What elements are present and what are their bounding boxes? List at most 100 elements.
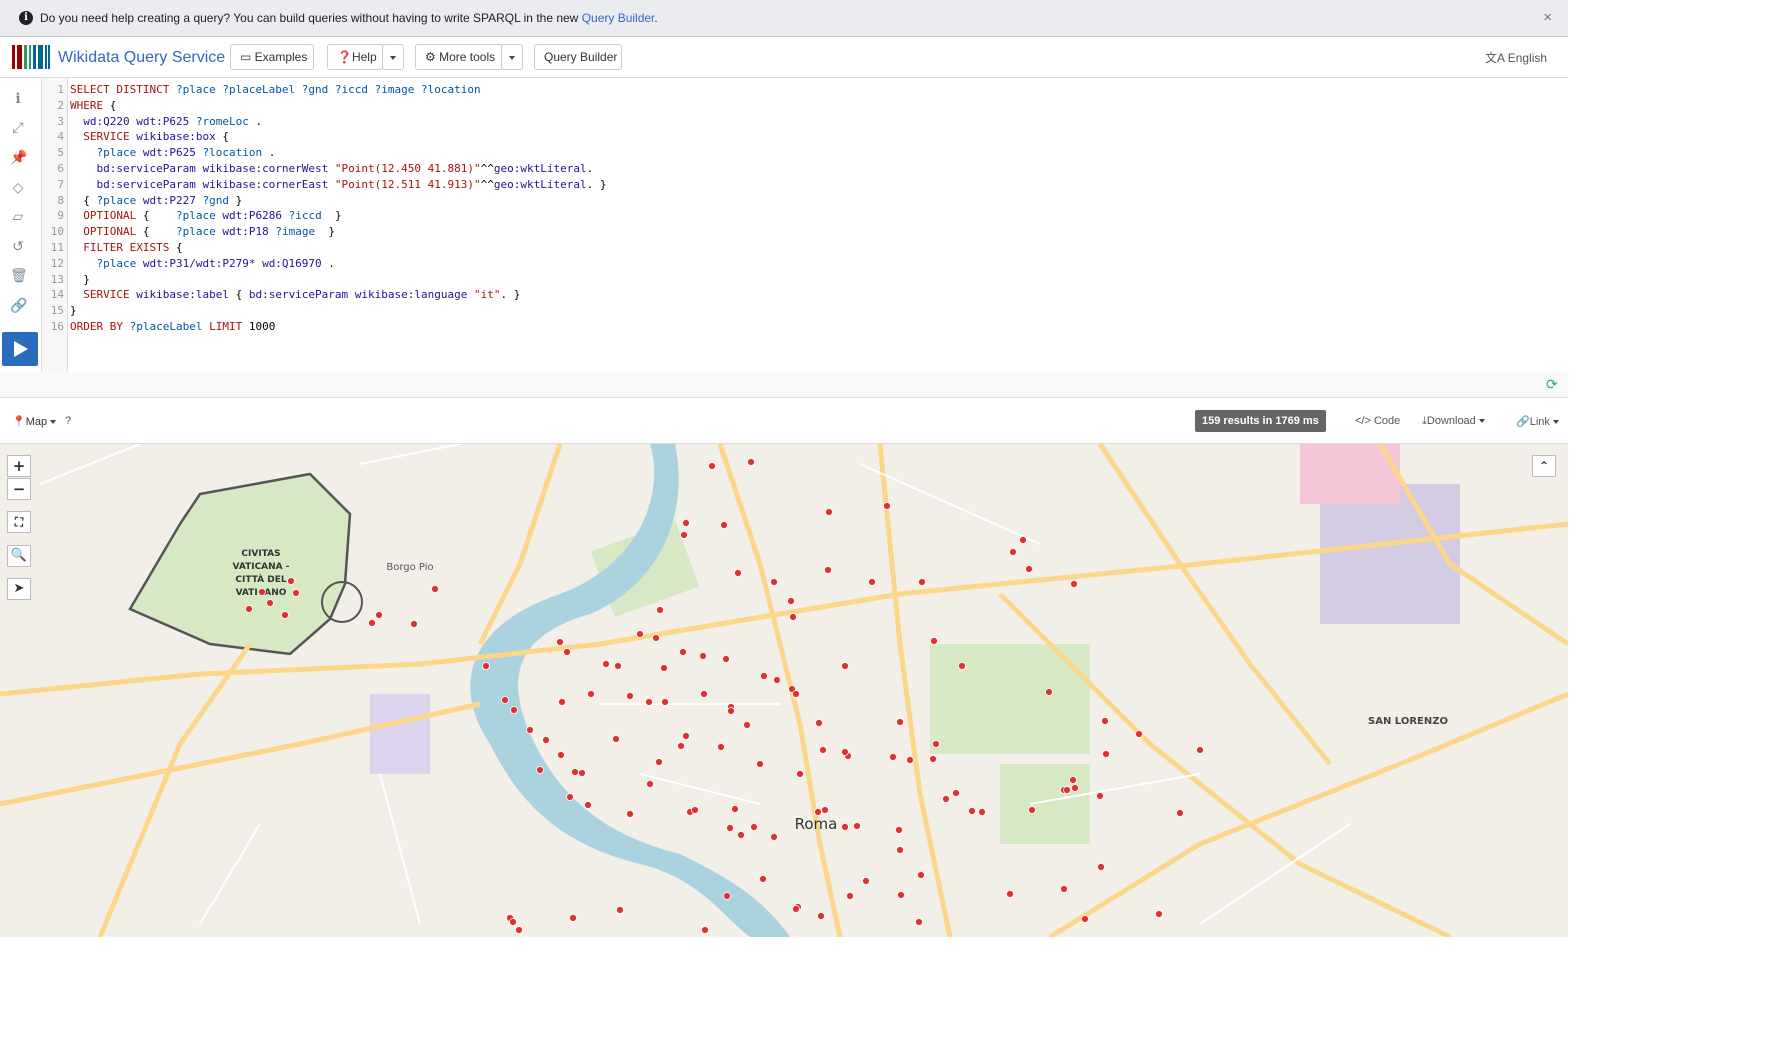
- results-map[interactable]: SAN LORENZO Roma Borgo Pio CIVITAS VATICA…: [0, 444, 1568, 937]
- result-marker[interactable]: [717, 743, 725, 751]
- result-marker[interactable]: [661, 698, 669, 706]
- result-marker[interactable]: [747, 458, 755, 466]
- result-marker[interactable]: [1097, 863, 1105, 871]
- result-marker[interactable]: [1060, 885, 1068, 893]
- diamond-icon[interactable]: ◇: [10, 179, 26, 195]
- link-button[interactable]: 🔗Link: [1516, 415, 1559, 428]
- result-marker[interactable]: [1196, 746, 1204, 754]
- more-tools-dropdown-button[interactable]: [501, 44, 523, 70]
- result-marker[interactable]: [814, 808, 822, 816]
- result-marker[interactable]: [737, 831, 745, 839]
- result-marker[interactable]: [701, 926, 709, 934]
- refresh-icon[interactable]: ⟳: [1546, 377, 1560, 391]
- result-marker[interactable]: [682, 519, 690, 527]
- result-marker[interactable]: [770, 833, 778, 841]
- fullscreen-icon[interactable]: ⛶: [7, 511, 31, 533]
- close-icon[interactable]: ×: [1543, 9, 1552, 26]
- result-marker[interactable]: [626, 692, 634, 700]
- result-marker[interactable]: [1081, 915, 1089, 923]
- result-marker[interactable]: [821, 806, 829, 814]
- result-marker[interactable]: [281, 611, 289, 619]
- result-marker[interactable]: [660, 664, 668, 672]
- code-line[interactable]: SERVICE wikibase:label { bd:serviceParam…: [70, 288, 520, 301]
- result-marker[interactable]: [760, 672, 768, 680]
- result-marker[interactable]: [773, 676, 781, 684]
- query-builder-link[interactable]: Query Builder: [582, 11, 655, 25]
- result-marker[interactable]: [645, 698, 653, 706]
- help-dropdown-button[interactable]: [382, 44, 404, 70]
- result-marker[interactable]: [587, 690, 595, 698]
- result-marker[interactable]: [825, 508, 833, 516]
- result-marker[interactable]: [558, 698, 566, 706]
- language-selector[interactable]: 文A English: [1485, 49, 1547, 66]
- code-line[interactable]: bd:serviceParam wikibase:cornerEast "Poi…: [70, 178, 607, 191]
- query-editor[interactable]: 1 2 3 4 5 6 7 8 9 10 11 12 13 14 15 16 SELECT DISTINCT …: [41, 78, 1568, 372]
- result-marker[interactable]: [616, 906, 624, 914]
- result-marker[interactable]: [410, 620, 418, 628]
- result-marker[interactable]: [846, 892, 854, 900]
- result-marker[interactable]: [942, 795, 950, 803]
- result-marker[interactable]: [700, 690, 708, 698]
- result-marker[interactable]: [1102, 750, 1110, 758]
- code-line[interactable]: OPTIONAL { ?place wdt:P6286 ?iccd }: [70, 209, 341, 222]
- code-line[interactable]: SELECT DISTINCT ?place ?placeLabel ?gnd …: [70, 83, 481, 96]
- wikidata-logo[interactable]: [12, 45, 50, 69]
- zoom-in-button[interactable]: +: [7, 455, 31, 477]
- result-marker[interactable]: [1155, 910, 1163, 918]
- result-marker[interactable]: [510, 706, 518, 714]
- result-marker[interactable]: [952, 789, 960, 797]
- result-marker[interactable]: [731, 805, 739, 813]
- result-marker[interactable]: [482, 662, 490, 670]
- result-marker[interactable]: [853, 822, 861, 830]
- trash-icon[interactable]: 🗑: [10, 267, 28, 283]
- result-marker[interactable]: [636, 630, 644, 638]
- brand-title[interactable]: Wikidata Query Service: [58, 49, 225, 67]
- code-line[interactable]: bd:serviceParam wikibase:cornerWest "Poi…: [70, 162, 594, 175]
- result-marker[interactable]: [896, 718, 904, 726]
- result-marker[interactable]: [868, 578, 876, 586]
- expand-icon[interactable]: ⤢: [10, 119, 26, 135]
- help-button[interactable]: ❓Help: [327, 44, 383, 70]
- result-marker[interactable]: [245, 605, 253, 613]
- result-marker[interactable]: [968, 807, 976, 815]
- result-marker[interactable]: [578, 769, 586, 777]
- result-marker[interactable]: [759, 875, 767, 883]
- result-marker[interactable]: [1028, 806, 1036, 814]
- result-marker[interactable]: [680, 531, 688, 539]
- result-marker[interactable]: [841, 823, 849, 831]
- result-marker[interactable]: [929, 755, 937, 763]
- result-marker[interactable]: [368, 619, 376, 627]
- result-marker[interactable]: [1070, 580, 1078, 588]
- result-marker[interactable]: [699, 652, 707, 660]
- code-line[interactable]: ORDER BY ?placeLabel LIMIT 1000: [70, 320, 275, 333]
- result-marker[interactable]: [677, 742, 685, 750]
- zoom-search-icon[interactable]: 🔍: [7, 545, 31, 567]
- result-marker[interactable]: [723, 892, 731, 900]
- code-line[interactable]: wd:Q220 wdt:P625 ?romeLoc .: [70, 115, 262, 128]
- result-marker[interactable]: [679, 648, 687, 656]
- result-marker[interactable]: [1019, 536, 1027, 544]
- result-marker[interactable]: [958, 662, 966, 670]
- result-marker[interactable]: [566, 793, 574, 801]
- result-marker[interactable]: [727, 707, 735, 715]
- result-marker[interactable]: [789, 613, 797, 621]
- query-builder-button[interactable]: Query Builder: [534, 44, 622, 70]
- result-marker[interactable]: [897, 891, 905, 899]
- result-marker[interactable]: [917, 871, 925, 879]
- result-marker[interactable]: [1045, 688, 1053, 696]
- result-marker[interactable]: [932, 740, 940, 748]
- result-marker[interactable]: [1009, 548, 1017, 556]
- result-marker[interactable]: [841, 662, 849, 670]
- result-marker[interactable]: [652, 634, 660, 642]
- result-marker[interactable]: [584, 801, 592, 809]
- result-marker[interactable]: [266, 599, 274, 607]
- code-line[interactable]: }: [70, 273, 90, 286]
- info-icon[interactable]: ℹ: [10, 90, 26, 106]
- result-marker[interactable]: [862, 877, 870, 885]
- code-line[interactable]: SERVICE wikibase:box {: [70, 130, 229, 143]
- result-marker[interactable]: [918, 578, 926, 586]
- result-marker[interactable]: [655, 758, 663, 766]
- result-marker[interactable]: [915, 918, 923, 926]
- examples-button[interactable]: ▭ Examples: [230, 44, 314, 70]
- result-marker[interactable]: [883, 502, 891, 510]
